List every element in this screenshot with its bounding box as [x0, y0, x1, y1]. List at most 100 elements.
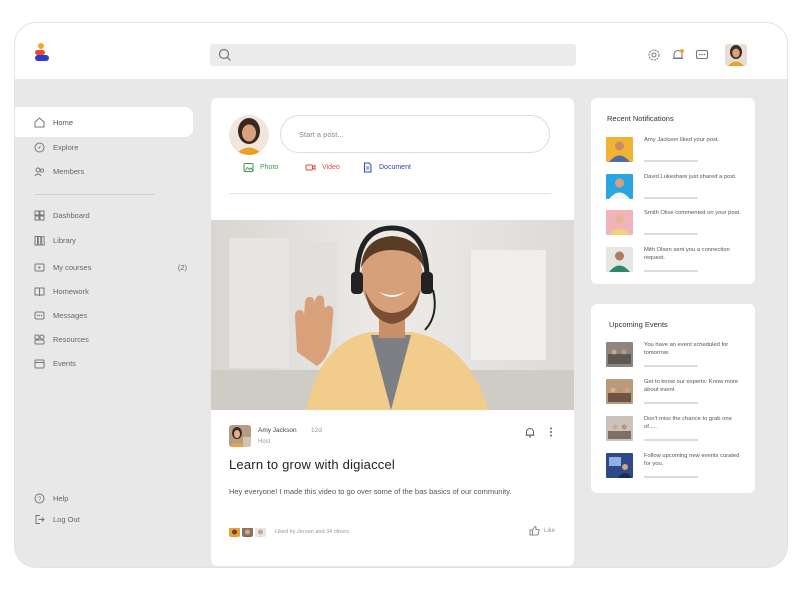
- event-thumbnail: [606, 453, 633, 478]
- sidebar-item-label: Resources: [53, 334, 89, 344]
- compass-icon: [34, 142, 45, 152]
- sidebar-item-label: Help: [53, 493, 69, 503]
- notifications-panel: Recent Notifications Amy Jackson liked y…: [591, 98, 755, 284]
- notification-thumbnail: [606, 210, 633, 235]
- notification-item[interactable]: Smith Olive commented on your post.: [606, 210, 746, 240]
- notification-placeholder-line: [644, 197, 698, 199]
- sidebar-item-label: My courses: [53, 262, 92, 272]
- notification-text: Mith Olsen sent you a connection request…: [644, 247, 730, 261]
- notification-item[interactable]: Amy Jackson liked your post.: [606, 137, 746, 167]
- members-icon: [34, 167, 45, 176]
- settings-icon[interactable]: [647, 48, 661, 62]
- chat-icon[interactable]: [695, 48, 709, 62]
- sidebar-item-label: Log Out: [53, 514, 80, 524]
- message-icon: [34, 311, 45, 319]
- post-author-name[interactable]: Amy Jackson: [258, 427, 297, 434]
- event-text: Get to know our experts: Know more about…: [644, 379, 739, 393]
- library-icon: [34, 235, 45, 246]
- sidebar-item-events[interactable]: Events: [15, 348, 193, 378]
- liker-avatar: [255, 526, 266, 537]
- search-icon: [218, 48, 231, 61]
- feed-card: Start a post... Photo Video Document Amy…: [211, 98, 574, 566]
- notification-placeholder-line: [644, 233, 698, 235]
- event-thumbnail: [606, 416, 633, 441]
- post-body: Hey everyone! I made this video to go ov…: [229, 487, 512, 496]
- post-title: Learn to grow with digiaccel: [229, 457, 396, 472]
- composer-avatar: [229, 115, 269, 155]
- top-bar: [15, 23, 787, 79]
- document-button[interactable]: Document: [362, 162, 411, 173]
- like-button[interactable]: Like: [529, 525, 555, 536]
- book-icon: [34, 287, 45, 296]
- post-video[interactable]: [211, 220, 574, 410]
- events-title: Upcoming Events: [609, 320, 668, 329]
- post-author-avatar[interactable]: [229, 425, 251, 447]
- sidebar-item-label: Events: [53, 358, 76, 368]
- app-window: Home Explore Members Dashboard Library M…: [14, 22, 788, 568]
- event-item[interactable]: You have an event scheduled for tomorrow…: [606, 342, 746, 372]
- search-input[interactable]: [210, 44, 576, 66]
- photo-button[interactable]: Photo: [243, 162, 278, 173]
- sidebar-item-label: Homework: [53, 286, 89, 296]
- sidebar-item-logout[interactable]: Log Out: [15, 504, 193, 534]
- event-item[interactable]: Get to know our experts: Know more about…: [606, 379, 746, 409]
- calendar-icon: [34, 359, 45, 368]
- notification-item[interactable]: Mith Olsen sent you a connection request…: [606, 247, 746, 277]
- courses-icon: [34, 263, 45, 271]
- liker-avatar: [229, 526, 240, 537]
- video-button[interactable]: Video: [305, 162, 340, 173]
- notification-thumbnail: [606, 137, 633, 162]
- event-text: Don't miss the chance to grab one of....…: [644, 416, 732, 430]
- photo-label: Photo: [260, 164, 279, 171]
- more-options-icon[interactable]: [547, 426, 555, 438]
- sidebar-item-members[interactable]: Members: [15, 156, 193, 186]
- video-label: Video: [322, 164, 340, 171]
- event-placeholder-line: [644, 365, 698, 367]
- sidebar-item-label: Members: [53, 166, 85, 176]
- home-icon: [34, 116, 45, 127]
- post-composer-input[interactable]: Start a post...: [280, 115, 550, 153]
- video-camera-icon: [305, 164, 316, 171]
- photo-icon: [243, 163, 254, 172]
- event-item[interactable]: Don't miss the chance to grab one of....…: [606, 416, 746, 446]
- post-author-role: Host: [258, 439, 271, 445]
- liker-avatar: [242, 526, 253, 537]
- notification-text: Amy Jackson liked your post.: [644, 137, 720, 143]
- courses-count-badge: (2): [177, 262, 187, 272]
- sidebar-item-label: Messages: [53, 310, 88, 320]
- sidebar: Home Explore Members Dashboard Library M…: [15, 107, 195, 547]
- event-text: Follow upcoming new events curated for y…: [644, 453, 740, 467]
- sidebar-item-label: Explore: [53, 142, 79, 152]
- document-label: Document: [379, 164, 411, 171]
- event-placeholder-line: [644, 402, 698, 404]
- bell-icon[interactable]: [671, 48, 685, 62]
- post-time: 12d: [311, 427, 322, 434]
- notification-placeholder-line: [644, 270, 698, 272]
- sidebar-item-library[interactable]: Library: [15, 225, 193, 255]
- event-thumbnail: [606, 342, 633, 367]
- notification-thumbnail: [606, 174, 633, 199]
- notifications-title: Recent Notifications: [607, 114, 674, 123]
- logout-icon: [35, 514, 45, 524]
- bell-icon[interactable]: [524, 426, 536, 438]
- event-text: You have an event scheduled for tomorrow…: [644, 342, 729, 356]
- sidebar-item-label: Dashboard: [53, 210, 90, 220]
- composer-divider: [229, 193, 551, 194]
- liked-by-text[interactable]: Liked by Jeroen and 34 others: [275, 529, 349, 535]
- resources-icon: [34, 334, 45, 344]
- help-icon: ?: [34, 493, 45, 503]
- user-avatar[interactable]: [725, 44, 747, 66]
- sidebar-item-label: Library: [53, 235, 76, 245]
- app-logo[interactable]: [35, 43, 51, 63]
- sidebar-item-label: Home: [53, 117, 74, 127]
- event-placeholder-line: [644, 476, 698, 478]
- notification-item[interactable]: David Lukeshare just shared a post.: [606, 174, 746, 204]
- thumbs-up-icon: [529, 525, 540, 536]
- document-icon: [364, 162, 372, 173]
- like-label: Like: [544, 527, 556, 534]
- events-panel: Upcoming Events You have an event schedu…: [591, 304, 755, 493]
- composer-placeholder: Start a post...: [299, 130, 344, 139]
- svg-text:?: ?: [38, 497, 42, 503]
- event-item[interactable]: Follow upcoming new events curated for y…: [606, 453, 746, 483]
- notification-text: David Lukeshare just shared a post.: [644, 174, 737, 180]
